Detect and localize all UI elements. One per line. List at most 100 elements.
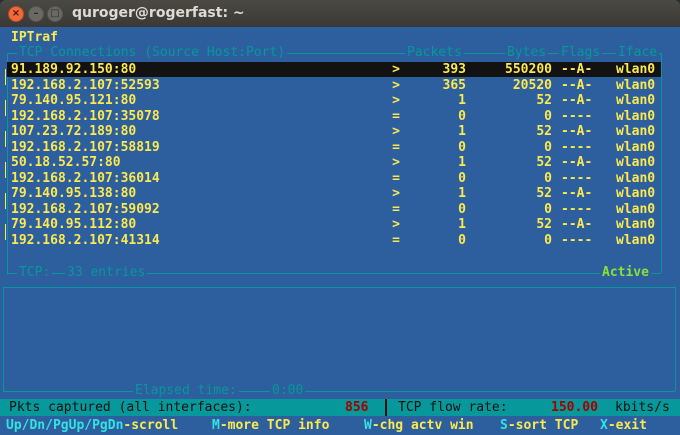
- pkts-captured-value: 856: [345, 400, 369, 415]
- tcp-row[interactable]: 50.18.52.57:80 >1 52 --A-wlan0: [0, 155, 680, 170]
- connection-host: 79.140.95.112:80: [11, 217, 137, 232]
- connection-direction: >: [392, 186, 400, 201]
- help-more-tcp-info[interactable]: M-more TCP info: [212, 418, 329, 433]
- connection-host: 79.140.95.138:80: [11, 186, 137, 201]
- tcp-row[interactable]: 79.140.95.138:80 >1 52 --A-wlan0: [0, 186, 680, 201]
- col-header-connections: TCP Connections (Source Host:Port): [17, 45, 288, 60]
- help-bar: Up/Dn/PgUp/PgDn-scroll M-more TCP info W…: [0, 416, 680, 435]
- connection-iface: wlan0: [616, 201, 656, 217]
- connection-flags: --A-: [561, 217, 593, 232]
- connection-host: 192.168.2.107:36014: [11, 170, 160, 186]
- connection-packets: 1: [458, 155, 466, 170]
- connection-packets: 0: [458, 232, 466, 248]
- connection-flags: ----: [561, 108, 593, 124]
- connection-iface: wlan0: [616, 232, 656, 248]
- connection-packets: 0: [458, 139, 466, 155]
- tcp-flow-rate-label: TCP flow rate:: [398, 400, 508, 415]
- tcp-row[interactable]: 192.168.2.107:59092 = 0 0 ---- wlan0: [0, 202, 680, 217]
- connection-iface: wlan0: [616, 124, 656, 139]
- col-header-iface: Iface: [616, 45, 660, 60]
- tcp-row[interactable]: 192.168.2.107:52593 >365 20520 --A-wlan0: [0, 78, 680, 93]
- status-bar: Pkts captured (all interfaces): 856 TCP …: [0, 399, 680, 416]
- terminal-area[interactable]: IPTraf TCP Connections (Source Host:Port…: [0, 27, 680, 435]
- tcp-row[interactable]: 79.140.95.121:80 >1 52 --A-wlan0: [0, 93, 680, 108]
- title-bar[interactable]: × – □ quroger@rogerfast: ~: [0, 0, 680, 27]
- help-scroll[interactable]: Up/Dn/PgUp/PgDn-scroll: [6, 418, 178, 433]
- connection-bytes: 52: [536, 93, 552, 108]
- tcp-row[interactable]: 192.168.2.107:36014 = 0 0 ---- wlan0: [0, 171, 680, 186]
- connection-flags: ----: [561, 201, 593, 217]
- connection-iface: wlan0: [616, 62, 656, 77]
- connection-host: 192.168.2.107:58819: [11, 139, 160, 155]
- connection-direction: =: [392, 232, 400, 248]
- connection-host: 192.168.2.107:35078: [11, 108, 160, 124]
- elapsed-time-value: 0:00: [270, 383, 306, 398]
- connection-iface: wlan0: [616, 170, 656, 186]
- connection-direction: =: [392, 108, 400, 124]
- connection-bytes: 20520: [512, 77, 552, 93]
- tcp-row[interactable]: 107.23.72.189:80 >1 52 --A-wlan0: [0, 124, 680, 139]
- other-pane-left-border: [3, 287, 4, 391]
- terminal-window: × – □ quroger@rogerfast: ~ IPTraf TCP Co…: [0, 0, 680, 435]
- col-header-flags: Flags: [559, 45, 603, 60]
- tcp-row[interactable]: 192.168.2.107:41314 = 0 0 ---- wlan0: [0, 233, 680, 248]
- connection-bytes: 0: [544, 170, 552, 186]
- connection-host: 192.168.2.107:52593: [11, 77, 160, 93]
- pkts-captured-label: Pkts captured (all interfaces):: [9, 400, 252, 415]
- tcp-row[interactable]: 192.168.2.107:35078 = 0 0 ---- wlan0: [0, 109, 680, 124]
- connection-direction: =: [392, 139, 400, 155]
- help-change-active-window[interactable]: W-chg actv win: [364, 418, 474, 433]
- tcp-row[interactable]: 192.168.2.107:58819 = 0 0 ---- wlan0: [0, 140, 680, 155]
- connection-packets: 1: [458, 124, 466, 139]
- connection-bytes: 0: [544, 139, 552, 155]
- connection-flags: --A-: [561, 77, 593, 93]
- connection-host: 79.140.95.121:80: [11, 93, 137, 108]
- connection-bytes: 550200: [505, 62, 552, 77]
- connection-bytes: 0: [544, 232, 552, 248]
- connection-flags: --A-: [561, 62, 593, 77]
- connection-direction: >: [392, 77, 400, 93]
- tcp-row[interactable]: 79.140.95.112:80 >1 52 --A-wlan0: [0, 217, 680, 232]
- other-pane-right-border: [675, 287, 676, 391]
- col-header-bytes: Bytes: [505, 45, 549, 60]
- other-pane-bottom-border: [3, 391, 675, 392]
- window-title: quroger@rogerfast: ~: [72, 5, 245, 21]
- other-pane-top-border: [3, 287, 675, 288]
- connection-direction: =: [392, 201, 400, 217]
- maximize-icon[interactable]: □: [47, 6, 63, 22]
- tcp-row[interactable]: 91.189.92.150:80 >393 550200 --A-wlan0: [7, 62, 661, 77]
- connection-packets: 1: [458, 217, 466, 232]
- connection-flags: ----: [561, 232, 593, 248]
- connection-flags: --A-: [561, 155, 593, 170]
- connection-bytes: 0: [544, 108, 552, 124]
- app-title: IPTraf: [11, 30, 58, 45]
- connection-flags: ----: [561, 139, 593, 155]
- connection-packets: 393: [442, 62, 466, 77]
- connection-direction: >: [392, 62, 400, 77]
- connection-iface: wlan0: [616, 77, 656, 93]
- connection-bytes: 52: [536, 124, 552, 139]
- connection-host: 107.23.72.189:80: [11, 124, 137, 139]
- connection-packets: 1: [458, 93, 466, 108]
- help-sort-tcp[interactable]: S-sort TCP: [500, 418, 578, 433]
- connection-host: 50.18.52.57:80: [11, 155, 121, 170]
- help-exit[interactable]: X-exit: [600, 418, 647, 433]
- connection-bytes: 52: [536, 217, 552, 232]
- connection-direction: >: [392, 93, 400, 108]
- connection-packets: 0: [458, 108, 466, 124]
- connection-iface: wlan0: [616, 155, 656, 170]
- connection-flags: --A-: [561, 93, 593, 108]
- connection-iface: wlan0: [616, 186, 656, 201]
- connection-flags: --A-: [561, 186, 593, 201]
- minimize-icon[interactable]: –: [28, 6, 44, 22]
- connection-direction: >: [392, 155, 400, 170]
- connection-packets: 0: [458, 201, 466, 217]
- connection-bytes: 52: [536, 155, 552, 170]
- connection-flags: ----: [561, 170, 593, 186]
- connection-packets: 1: [458, 186, 466, 201]
- connection-packets: 0: [458, 170, 466, 186]
- elapsed-time-label: Elapsed time:: [133, 383, 239, 398]
- close-icon[interactable]: ×: [8, 6, 24, 22]
- connection-host: 91.189.92.150:80: [11, 62, 137, 77]
- connection-bytes: 52: [536, 186, 552, 201]
